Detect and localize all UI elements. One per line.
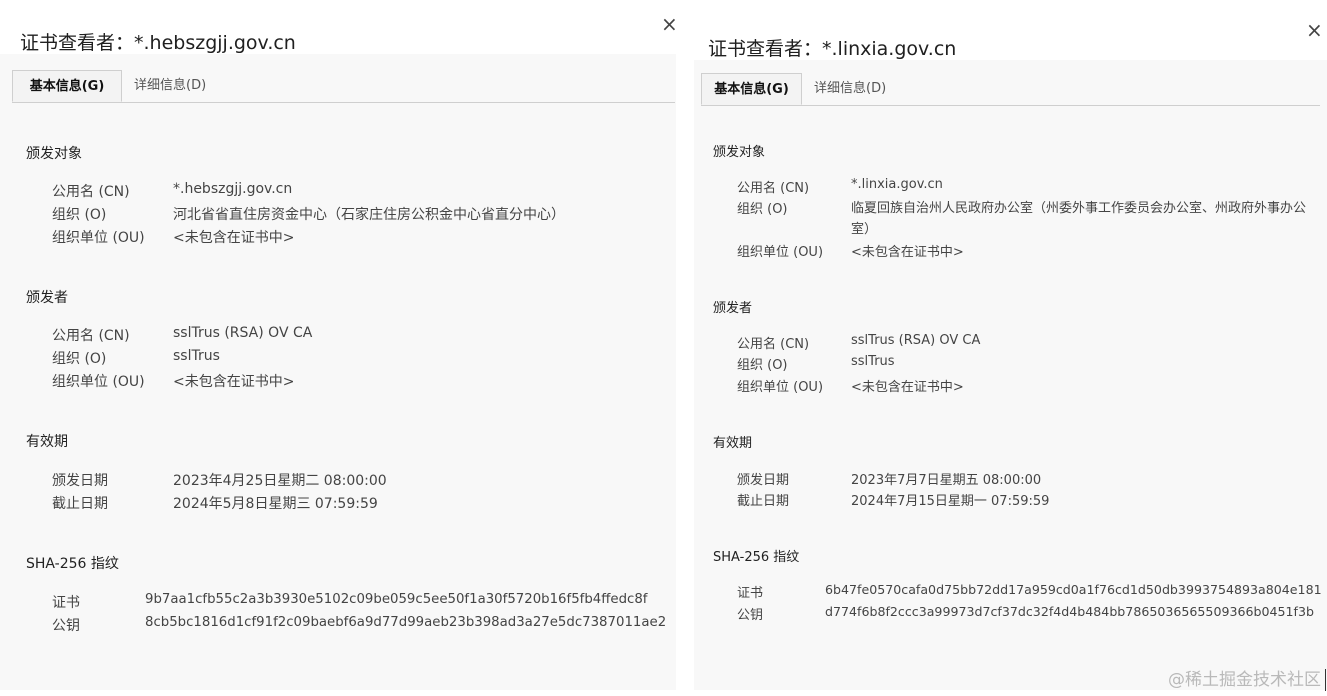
tab-bar: 基本信息(G) 详细信息(D) — [701, 73, 1320, 106]
field-value: <未包含在证书中> — [851, 380, 964, 395]
field-value: <未包含在证书中> — [173, 230, 295, 246]
field-value: 2023年4月25日星期二 08:00:00 — [173, 473, 387, 489]
section-subject-heading: 颁发对象 — [713, 145, 766, 160]
field-value: 8cb5bc1816d1cf91f2c09baebf6a9d77d99aeb23… — [145, 615, 667, 630]
field-label: 公用名 (CN) — [737, 181, 810, 196]
field-label: 证书 — [52, 595, 80, 611]
dialog-title: 证书查看者：*.hebszgjj.gov.cn — [20, 32, 296, 54]
field-label: 公钥 — [737, 608, 764, 623]
field-value: 河北省省直住房资金中心（石家庄住房公积金中心省直分中心） — [173, 207, 565, 223]
field-value: 6b47fe0570cafa0d75bb72dd17a959cd0a1f76cd… — [825, 582, 1322, 597]
field-value: <未包含在证书中> — [173, 374, 295, 390]
field-label: 公用名 (CN) — [52, 184, 130, 200]
field-value: 9b7aa1cfb55c2a3b3930e5102c09be059c5ee50f… — [145, 592, 648, 607]
field-label: 颁发日期 — [52, 473, 108, 489]
field-label: 组织 (O) — [737, 358, 788, 373]
field-label: 组织单位 (OU) — [52, 230, 145, 246]
tab-general[interactable]: 基本信息(G) — [701, 73, 802, 105]
dialog-title: 证书查看者：*.linxia.gov.cn — [708, 38, 957, 60]
field-value: *.linxia.gov.cn — [851, 177, 943, 192]
field-label: 截止日期 — [737, 494, 790, 509]
certificate-viewer-right: 证书查看者：*.linxia.gov.cn × 基本信息(G) 详细信息(D) … — [694, 0, 1327, 690]
field-value: 2023年7月7日星期五 08:00:00 — [851, 473, 1042, 488]
field-label: 颁发日期 — [737, 473, 790, 488]
section-validity-heading: 有效期 — [26, 434, 68, 450]
text-cursor — [1325, 669, 1326, 691]
field-label: 组织 (O) — [52, 351, 107, 367]
field-value: sslTrus (RSA) OV CA — [851, 333, 981, 348]
section-subject-heading: 颁发对象 — [26, 146, 82, 162]
field-value: 临夏回族自治州人民政府办公室（州委外事工作委员会办公室、州政府外事办公室） — [851, 201, 1307, 237]
tab-details[interactable]: 详细信息(D) — [134, 70, 206, 102]
watermark-text: @稀土掘金技术社区 — [1168, 670, 1321, 690]
field-label: 组织 (O) — [52, 207, 107, 223]
field-label: 证书 — [737, 586, 764, 601]
certificate-viewer-left: 证书查看者：*.hebszgjj.gov.cn × 基本信息(G) 详细信息(D… — [0, 0, 678, 690]
section-fingerprint-heading: SHA-256 指纹 — [26, 556, 119, 572]
field-value: d774f6b8f2ccc3a99973d7cf37dc32f4d4b484bb… — [825, 604, 1314, 619]
field-value: 2024年5月8日星期三 07:59:59 — [173, 496, 378, 512]
section-fingerprint-heading: SHA-256 指纹 — [713, 550, 800, 565]
tab-bar: 基本信息(G) 详细信息(D) — [12, 70, 675, 103]
section-issuer-heading: 颁发者 — [26, 290, 68, 306]
field-label: 组织单位 (OU) — [737, 380, 824, 395]
field-value: sslTrus (RSA) OV CA — [173, 325, 313, 341]
section-issuer-heading: 颁发者 — [713, 301, 753, 316]
field-value: sslTrus — [173, 348, 220, 364]
close-icon[interactable]: × — [661, 14, 678, 34]
field-label: 组织单位 (OU) — [52, 374, 145, 390]
field-label: 公用名 (CN) — [52, 328, 130, 344]
field-label: 公钥 — [52, 618, 80, 634]
tab-general[interactable]: 基本信息(G) — [12, 70, 122, 102]
field-value: <未包含在证书中> — [851, 245, 964, 260]
field-label: 组织单位 (OU) — [737, 245, 824, 260]
close-icon[interactable]: × — [1306, 20, 1323, 40]
section-validity-heading: 有效期 — [713, 436, 753, 451]
field-value: *.hebszgjj.gov.cn — [173, 181, 293, 197]
field-label: 组织 (O) — [737, 202, 788, 217]
field-label: 截止日期 — [52, 496, 108, 512]
tab-details[interactable]: 详细信息(D) — [814, 73, 886, 105]
field-value: sslTrus — [851, 354, 895, 369]
field-value: 2024年7月15日星期一 07:59:59 — [851, 494, 1050, 509]
field-label: 公用名 (CN) — [737, 337, 810, 352]
